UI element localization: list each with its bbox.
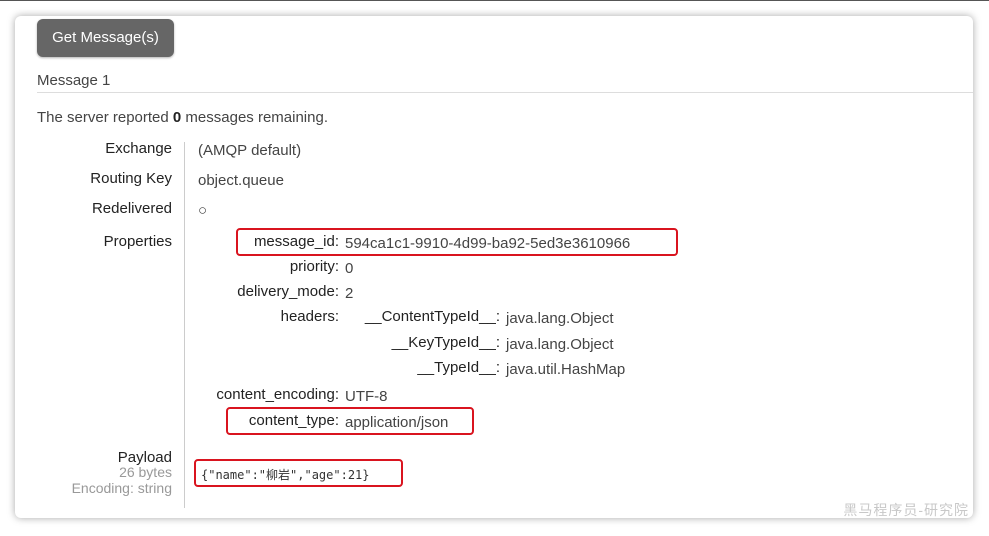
divider [37,92,973,93]
message-title: Message 1 [37,72,111,89]
message-id-highlight [236,228,678,256]
message-panel: Get Message(s) Message 1 The server repo… [15,16,973,518]
header-type-id-key: __TypeId__: [417,359,500,376]
delivery-mode-value: 2 [345,285,354,302]
top-border [0,0,989,1]
header-key-type-id-key: __KeyTypeId__: [391,334,500,351]
payload-bytes: 26 bytes [119,464,172,480]
properties-label: Properties [103,233,172,250]
headers-key: headers: [280,308,339,325]
redelivered-label: Redelivered [91,200,172,217]
exchange-label: Exchange [105,140,172,157]
watermark: 黑马程序员-研究院 [843,502,969,518]
get-messages-button[interactable]: Get Message(s) [37,19,174,57]
remaining-prefix: The server reported [37,109,173,126]
payload-encoding: Encoding: string [71,480,172,496]
header-type-id-value: java.util.HashMap [506,361,626,378]
priority-key: priority: [289,258,339,275]
column-separator [184,142,185,508]
content-type-highlight [226,407,474,435]
content-encoding-key: content_encoding: [216,386,339,403]
header-content-type-id-key: __ContentTypeId__: [364,308,500,325]
priority-value: 0 [345,260,354,277]
header-content-type-id-value: java.lang.Object [506,310,614,327]
redelivered-value: ○ [198,202,208,219]
content-encoding-value: UTF-8 [345,388,388,405]
delivery-mode-key: delivery_mode: [237,283,339,300]
exchange-value: (AMQP default) [198,142,302,159]
remaining-suffix: messages remaining. [181,109,328,126]
header-key-type-id-value: java.lang.Object [506,336,614,353]
remaining-count: 0 [172,109,182,126]
routing-key-value: object.queue [198,172,284,189]
payload-highlight [194,459,403,487]
routing-key-label: Routing Key [90,170,172,187]
remaining-status: The server reported 0 messages remaining… [37,109,328,126]
